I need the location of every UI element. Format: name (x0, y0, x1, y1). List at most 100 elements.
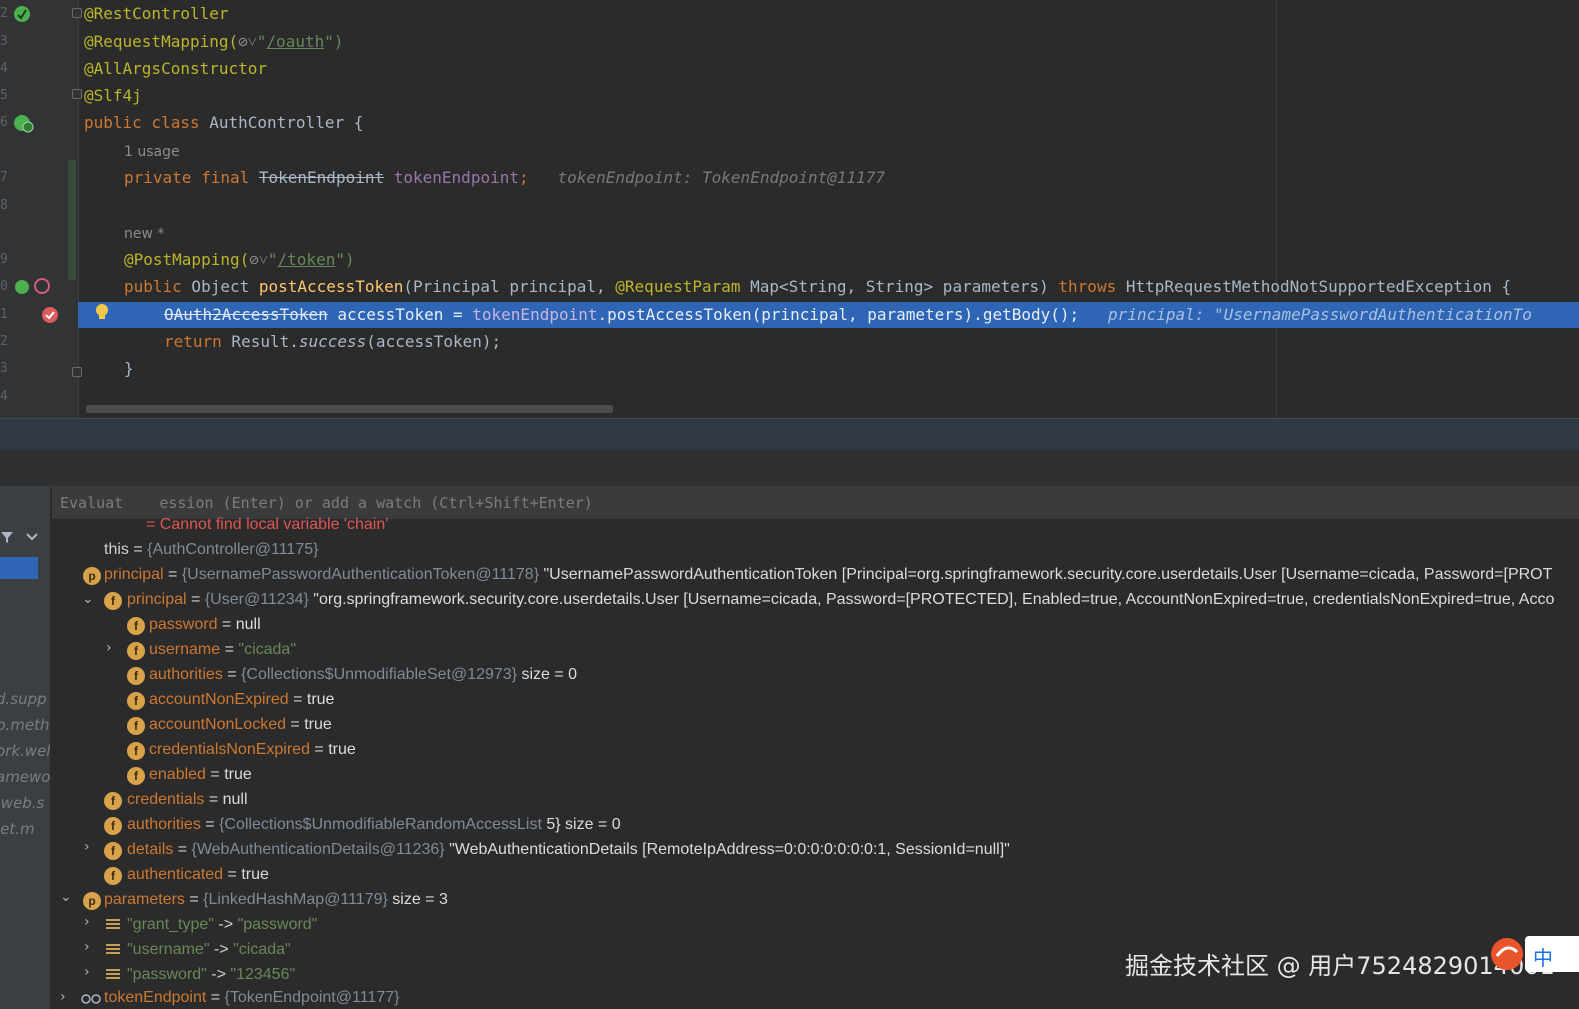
line-number: 9 (0, 252, 8, 267)
url-link-icon: ⊘˅ (238, 32, 257, 51)
chevron-right-icon[interactable]: › (84, 914, 90, 930)
tree-row[interactable]: enabled = true (149, 764, 252, 786)
ime-logo-icon (1491, 938, 1523, 970)
debug-toolbar[interactable] (0, 450, 1579, 487)
code-line: @AllArgsConstructor (84, 59, 268, 78)
request-mapping-icon[interactable] (13, 278, 53, 298)
chevron-down-icon[interactable]: ⌄ (60, 889, 72, 905)
chevron-right-icon[interactable]: › (84, 939, 90, 955)
change-marker (68, 160, 76, 280)
tree-row[interactable]: principal = {User@11234} "org.springfram… (127, 589, 1554, 611)
request-path-link[interactable]: /token (278, 250, 336, 269)
tree-row[interactable]: "password" -> "123456" (127, 964, 295, 986)
variables-tree[interactable]: = Cannot find local variable 'chain' thi… (52, 516, 1579, 1009)
inline-value-hint: principal: "UsernamePasswordAuthenticati… (1108, 305, 1532, 324)
chevron-right-icon[interactable]: › (84, 839, 90, 855)
tree-row[interactable]: parameters = {LinkedHashMap@11179} size … (104, 889, 448, 911)
frame-item[interactable]: amewo (0, 768, 50, 786)
right-margin-guide (1276, 0, 1277, 418)
line-number: 5 (0, 88, 8, 103)
debug-tool-window-header[interactable] (0, 418, 1579, 451)
field-badge-icon: f (127, 767, 145, 785)
chevron-right-icon[interactable]: › (106, 640, 112, 656)
frame-item[interactable]: ork.wel (0, 742, 50, 760)
field-badge-icon: f (127, 667, 145, 685)
tree-row[interactable]: authorities = {Collections$UnmodifiableS… (149, 664, 577, 686)
tree-row[interactable]: = Cannot find local variable 'chain' (146, 514, 388, 536)
tree-row[interactable]: authenticated = true (127, 864, 269, 886)
tree-row[interactable]: "username" -> "cicada" (127, 939, 291, 961)
line-number: 3 (0, 34, 8, 49)
line-number: 2 (0, 6, 8, 21)
tree-row[interactable]: this = {AuthController@11175} (104, 539, 318, 561)
tree-row[interactable]: username = "cicada" (149, 639, 296, 661)
filter-icon[interactable] (0, 530, 14, 544)
map-entry-icon (106, 968, 120, 980)
code-line: } (124, 359, 134, 378)
field-badge-icon: f (127, 617, 145, 635)
code-line: public Object postAccessToken(Principal … (124, 277, 1512, 296)
chevron-down-icon[interactable]: ⌄ (82, 591, 94, 607)
tree-row[interactable]: credentialsNonExpired = true (149, 739, 356, 761)
tree-row[interactable]: "grant_type" -> "password" (127, 914, 317, 936)
line-number: 0 (0, 279, 8, 294)
frames-panel[interactable]: d.supp b.meth ork.wel amewo .web.s let.m (0, 487, 51, 1009)
request-path-link[interactable]: /oauth (266, 32, 324, 51)
chevron-right-icon[interactable]: › (84, 964, 90, 980)
usage-count-hint[interactable]: 1 usage (124, 142, 180, 162)
field-badge-icon: f (104, 792, 122, 810)
code-line: @PostMapping(⊘˅"/token") (124, 250, 355, 269)
spring-bean-icon[interactable] (13, 114, 35, 134)
field-badge-icon: f (104, 817, 122, 835)
line-number: 8 (0, 198, 8, 213)
line-number: 4 (0, 389, 8, 404)
tree-row[interactable]: accountNonExpired = true (149, 689, 334, 711)
tree-row[interactable]: tokenEndpoint = {TokenEndpoint@11177} (104, 987, 399, 1009)
field-badge-icon: f (127, 717, 145, 735)
inline-value-hint: tokenEndpoint: TokenEndpoint@11177 (557, 168, 886, 187)
map-entry-icon (106, 918, 120, 930)
breakpoint-icon[interactable] (40, 305, 60, 325)
frame-item[interactable]: let.m (0, 820, 35, 838)
selected-frame[interactable] (0, 557, 38, 579)
chevron-right-icon[interactable]: › (60, 989, 66, 1005)
frame-item[interactable]: .web.s (0, 794, 44, 812)
intention-bulb-icon[interactable] (93, 302, 111, 322)
tree-row[interactable]: credentials = null (127, 789, 248, 811)
ime-mode: 中 (1533, 946, 1553, 970)
frame-item[interactable]: b.meth (0, 716, 50, 734)
tree-row[interactable]: authorities = {Collections$UnmodifiableR… (127, 814, 621, 836)
line-number: 3 (0, 361, 8, 376)
line-number: 1 (0, 307, 8, 322)
tree-row[interactable]: accountNonLocked = true (149, 714, 332, 736)
fold-marker-icon[interactable] (72, 8, 82, 18)
tree-row[interactable]: details = {WebAuthenticationDetails@1123… (127, 839, 1010, 861)
frame-item[interactable]: d.supp (0, 690, 47, 708)
fold-marker-icon[interactable] (72, 367, 82, 377)
field-badge-icon: f (104, 867, 122, 885)
field-badge-icon: f (127, 692, 145, 710)
url-link-icon: ⊘˅ (249, 250, 268, 269)
fold-marker-icon[interactable] (72, 89, 82, 99)
horizontal-scrollbar[interactable] (86, 405, 613, 413)
editor-gutter[interactable]: 2 3 4 5 6 7 8 9 0 1 2 3 4 (0, 0, 82, 418)
tree-row[interactable]: principal = {UsernamePasswordAuthenticat… (104, 564, 1552, 586)
field-badge-icon: f (127, 642, 145, 660)
code-line: @RequestMapping(⊘˅"/oauth") (84, 32, 344, 51)
spring-bean-icon[interactable] (13, 5, 31, 23)
line-number: 4 (0, 61, 8, 76)
code-line: private final TokenEndpoint tokenEndpoin… (124, 168, 886, 187)
new-code-hint[interactable]: new * (124, 224, 164, 244)
code-line: return Result.success(accessToken); (164, 332, 502, 351)
code-line: @Slf4j (84, 86, 142, 105)
watch-glasses-icon (81, 994, 101, 1004)
code-editor[interactable]: 2 3 4 5 6 7 8 9 0 1 2 3 4 @RestControlle… (0, 0, 1579, 418)
chevron-down-icon[interactable] (26, 533, 38, 541)
code-line: OAuth2AccessToken accessToken = tokenEnd… (164, 305, 1532, 324)
code-line: @RestController (84, 4, 229, 23)
ime-indicator[interactable]: 中 (1491, 936, 1579, 972)
field-badge-icon: f (104, 842, 122, 860)
param-badge-icon: p (83, 567, 101, 585)
line-number: 2 (0, 334, 8, 349)
tree-row[interactable]: password = null (149, 614, 261, 636)
